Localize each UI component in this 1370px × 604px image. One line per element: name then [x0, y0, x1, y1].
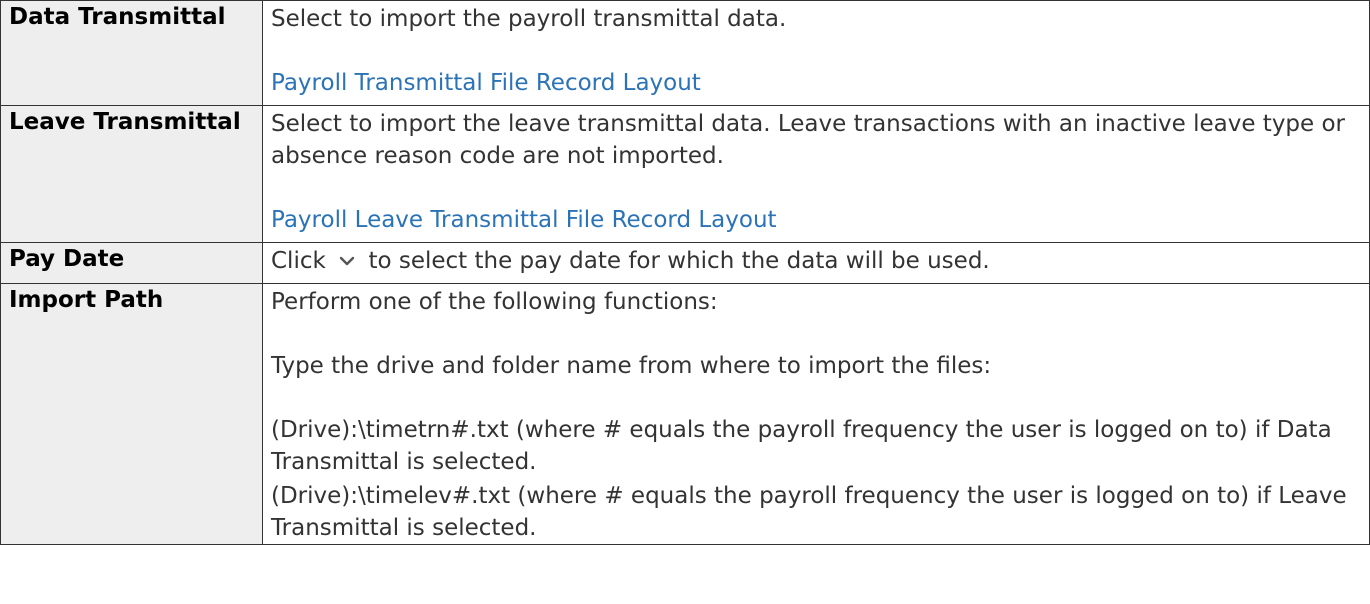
table-row-leave-transmittal: Leave Transmittal Select to import the l… — [0, 105, 1370, 243]
path-leave-text: (Drive):\timelev#.txt (where # equals th… — [271, 483, 1347, 541]
link-container: Payroll Leave Transmittal File Record La… — [271, 204, 1369, 236]
description-text: Select to import the payroll transmittal… — [271, 6, 787, 32]
description-data-transmittal: Select to import the payroll transmittal… — [262, 0, 1370, 106]
term-data-transmittal: Data Transmittal — [0, 0, 263, 106]
chevron-down-icon — [333, 249, 361, 271]
table-row-import-path: Import Path Perform one of the following… — [0, 283, 1370, 545]
description-leave-transmittal: Select to import the leave transmittal d… — [262, 105, 1370, 243]
click-suffix: to select the pay date for which the dat… — [368, 248, 990, 274]
field-description-table: Data Transmittal Select to import the pa… — [0, 0, 1370, 545]
term-import-path: Import Path — [0, 283, 263, 545]
term-pay-date: Pay Date — [0, 242, 263, 284]
intro-text: Perform one of the following functions: — [271, 289, 718, 315]
path-data-text: (Drive):\timetrn#.txt (where # equals th… — [271, 417, 1332, 475]
link-container: Payroll Transmittal File Record Layout — [271, 67, 1369, 99]
table-row-pay-date: Pay Date Click to select the pay date fo… — [0, 242, 1370, 284]
payroll-leave-transmittal-layout-link[interactable]: Payroll Leave Transmittal File Record La… — [271, 207, 777, 233]
description-text: Select to import the leave transmittal d… — [271, 111, 1346, 169]
instruction-text: Type the drive and folder name from wher… — [271, 353, 992, 379]
table-row-data-transmittal: Data Transmittal Select to import the pa… — [0, 0, 1370, 106]
click-prefix: Click — [271, 248, 326, 274]
payroll-transmittal-layout-link[interactable]: Payroll Transmittal File Record Layout — [271, 70, 701, 96]
description-pay-date: Click to select the pay date for which t… — [262, 242, 1370, 284]
description-text: Click to select the pay date for which t… — [271, 245, 1369, 277]
description-import-path: Perform one of the following functions: … — [262, 283, 1370, 545]
term-leave-transmittal: Leave Transmittal — [0, 105, 263, 243]
